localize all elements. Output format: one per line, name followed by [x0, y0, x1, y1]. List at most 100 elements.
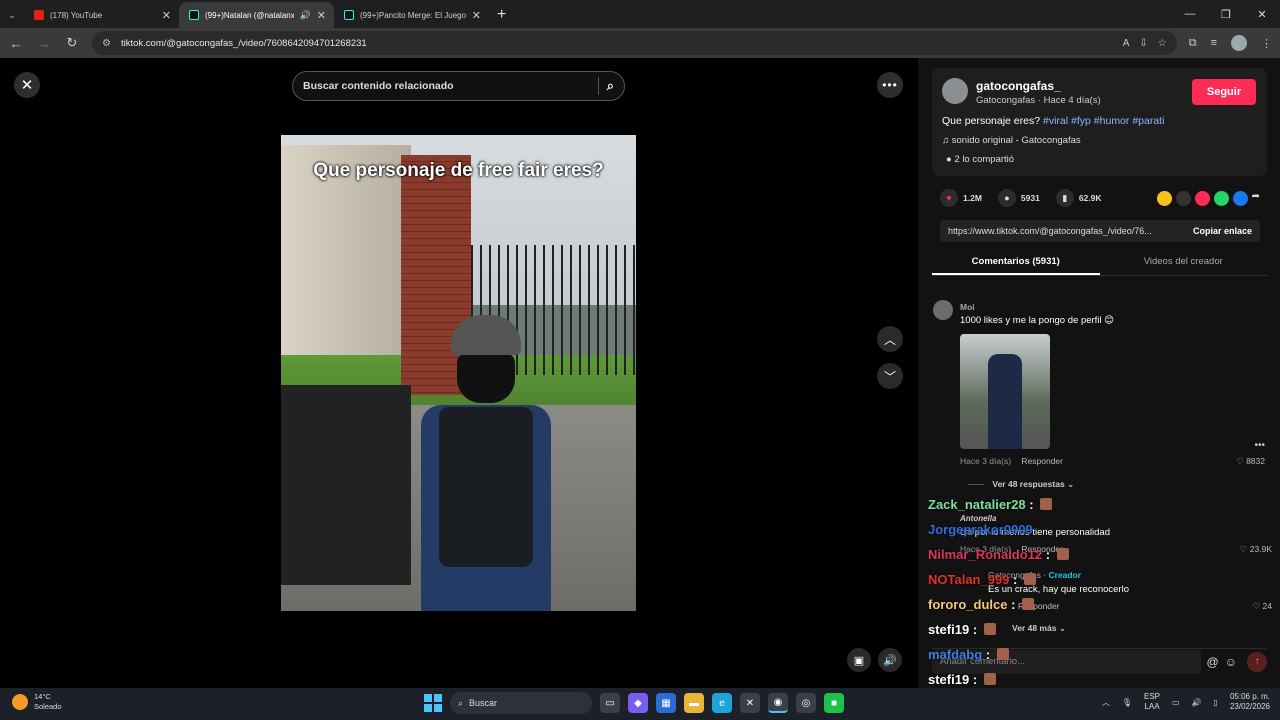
shared-by: ● 2 lo compartió [946, 154, 1014, 165]
comment-like-button[interactable]: ♡ 8832 [1236, 456, 1265, 467]
comment-like-button[interactable]: ♡ 24 [1253, 601, 1272, 612]
task-view-icon[interactable]: ▭ [600, 693, 620, 713]
chat-message: NOTalan_999 : [928, 572, 1036, 587]
hashtag-link[interactable]: #parati [1132, 115, 1164, 127]
view-replies-button[interactable]: Ver 48 respuestas ⌄ [968, 479, 1074, 490]
speaker-icon[interactable]: 🔊 [300, 10, 311, 21]
chrome-icon[interactable]: ◉ [768, 693, 788, 713]
shared-label: 2 lo compartió [954, 154, 1015, 165]
floating-player-icon[interactable]: ▣ [847, 648, 871, 672]
close-icon[interactable]: ✕ [14, 72, 40, 98]
close-tab-icon[interactable]: ✕ [162, 9, 171, 22]
file-explorer-icon[interactable]: ▬ [684, 693, 704, 713]
taskbar-search[interactable]: ⌕ Buscar [450, 692, 592, 714]
comment-button[interactable]: ● 5931 [997, 189, 1040, 207]
comment-like-button[interactable]: ♡ 23.9K [1240, 544, 1272, 555]
menu-icon[interactable]: ⋮ [1261, 37, 1272, 50]
chat-username: Nilmar_Ronaldo12 [928, 547, 1043, 562]
comment-text: 1000 likes y me la pongo de perfil 😊 [960, 315, 1115, 326]
send-icon[interactable]: ↑ [1247, 651, 1267, 672]
more-options-icon[interactable]: ••• [1254, 440, 1265, 451]
back-icon[interactable]: ← [8, 36, 24, 51]
like-button[interactable]: ♥ 1.2M [940, 189, 982, 207]
save-button[interactable]: ▮ 62.9K [1055, 189, 1102, 207]
video-person [401, 315, 571, 611]
comment-image[interactable] [960, 334, 1050, 449]
restore-icon[interactable]: ❐ [1208, 0, 1244, 28]
copilot-icon[interactable]: ◆ [628, 693, 648, 713]
minimize-icon[interactable]: — [1172, 0, 1208, 28]
profile-avatar[interactable] [1231, 35, 1247, 51]
facebook-icon[interactable] [1232, 190, 1248, 206]
author-username[interactable]: gatocongafas_ [976, 79, 1061, 93]
panel-tabs: Comentarios (5931) Videos del creador [932, 250, 1267, 276]
sound-link[interactable]: ♫ sonido original - Gatocongafas [942, 135, 1081, 146]
video-person [439, 407, 533, 567]
tab-natalan[interactable]: (99+)Natalan (@natalanx) | 🔊 ✕ [179, 2, 334, 28]
tab-comments[interactable]: Comentarios (5931) [932, 250, 1100, 275]
copy-link-button[interactable]: Copiar enlace [1193, 226, 1252, 236]
close-tab-icon[interactable]: ✕ [317, 9, 326, 22]
translate-icon[interactable]: A [1123, 38, 1130, 49]
send-to-friends-icon[interactable] [1194, 190, 1210, 206]
embed-icon[interactable] [1175, 190, 1191, 206]
app-icon[interactable]: ◎ [796, 693, 816, 713]
hashtag-link[interactable]: #viral [1043, 115, 1068, 127]
volume-icon[interactable]: 🔊 [878, 648, 902, 672]
browser-toolbar: ← → ↻ ⚙ tiktok.com/@gatocongafas_/video/… [0, 28, 1280, 58]
comment-meta: Hace 3 día(s) Responder [960, 456, 1063, 466]
avatar[interactable] [933, 300, 953, 320]
tab-pancito[interactable]: (99+)Pancito Merge: El Juego I ✕ [334, 2, 489, 28]
address-bar[interactable]: ⚙ tiktok.com/@gatocongafas_/video/760864… [92, 31, 1177, 55]
comment-like-count: 23.9K [1249, 544, 1272, 554]
more-options-icon[interactable]: ••• [877, 72, 903, 98]
previous-video-icon[interactable]: ︿ [877, 326, 903, 352]
close-window-icon[interactable]: ✕ [1244, 0, 1280, 28]
store-icon[interactable]: ▦ [656, 693, 676, 713]
avatar[interactable] [942, 78, 968, 104]
reply-button[interactable]: Responder [1021, 456, 1063, 466]
close-tab-icon[interactable]: ✕ [472, 9, 481, 22]
chat-message: mafdabg : [928, 647, 1009, 662]
search-icon[interactable]: ⌕ [607, 78, 614, 94]
next-video-icon[interactable]: ﹀ [877, 363, 903, 389]
volume-icon[interactable]: 🔊 [1192, 698, 1202, 707]
reload-icon[interactable]: ↻ [64, 35, 80, 51]
repost-icon[interactable] [1156, 190, 1172, 206]
share-arrow-icon[interactable]: ➦ [1252, 191, 1260, 206]
install-icon[interactable]: ⇩ [1139, 38, 1147, 49]
forward-icon[interactable]: → [36, 36, 52, 51]
hashtag-link[interactable]: #fyp [1071, 115, 1091, 127]
emoji-icon[interactable]: ☺ [1225, 655, 1237, 669]
network-icon[interactable]: ▭ [1172, 698, 1180, 707]
follow-button[interactable]: Seguir [1192, 79, 1256, 105]
excel-icon[interactable]: ✕ [740, 693, 760, 713]
video-player[interactable]: Que personaje de free fair eres? [281, 135, 636, 611]
reading-list-icon[interactable]: ≡ [1211, 37, 1217, 49]
comment-username[interactable]: Moi [960, 302, 975, 312]
tab-search-button[interactable]: ⌄ [0, 2, 24, 28]
mention-icon[interactable]: @ [1207, 655, 1219, 669]
edge-icon[interactable]: e [712, 693, 732, 713]
tab-youtube[interactable]: (178) YouTube ✕ [24, 2, 179, 28]
search-input[interactable]: Buscar contenido relacionado ⌕ [292, 71, 625, 101]
battery-icon[interactable]: ▯ [1214, 698, 1218, 707]
microphone-icon[interactable]: 🎙 [1122, 698, 1132, 707]
whatsapp-icon[interactable] [1213, 190, 1229, 206]
tab-creator-videos[interactable]: Videos del creador [1100, 250, 1268, 275]
chat-username: fororo_dulce [928, 597, 1008, 612]
site-info-icon[interactable]: ⚙ [102, 38, 111, 49]
heart-icon: ♥ [940, 189, 958, 207]
windows-start-icon[interactable] [424, 694, 442, 712]
weather-widget[interactable]: 14°C Soleado [12, 692, 62, 712]
new-tab-button[interactable]: + [489, 6, 514, 28]
game-icon[interactable]: ■ [824, 693, 844, 713]
video-caption: Que personaje de free fair eres? [313, 160, 604, 181]
hashtag-link[interactable]: #humor [1094, 115, 1130, 127]
bookmark-star-icon[interactable]: ☆ [1158, 38, 1167, 49]
extensions-icon[interactable]: ⧉ [1189, 37, 1197, 50]
chevron-up-icon[interactable]: ︿ [1102, 697, 1110, 708]
view-replies-label: Ver 48 respuestas [992, 479, 1065, 489]
language-indicator[interactable]: ESP LAA [1144, 692, 1160, 712]
clock[interactable]: 05:06 p. m. 23/02/2026 [1230, 692, 1270, 712]
